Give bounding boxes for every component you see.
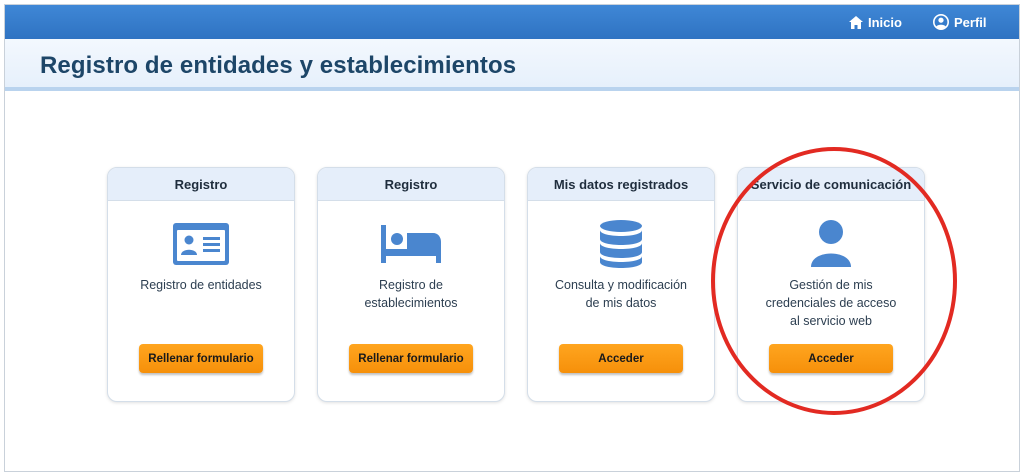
card-registro-establecimientos: Registro Registro de establecimientos Re… [317,167,505,402]
user-icon [811,220,851,267]
app-window: Inicio Perfil Registro de entidades y es… [4,4,1020,472]
home-link[interactable]: Inicio [849,5,902,39]
card-description: Gestión de mis credenciales de acceso al… [744,276,918,330]
card-header: Servicio de comunicación [738,168,924,201]
card-description: Registro de establecimientos [324,276,498,312]
profile-link[interactable]: Perfil [933,5,987,39]
card-servicio-comunicacion: Servicio de comunicación Gestión de mis … [737,167,925,402]
card-description-line: Registro de entidades [140,278,262,292]
card-header: Mis datos registrados [528,168,714,201]
card-description-line: credenciales de acceso [765,296,897,310]
card-description-line: Registro de [379,278,443,292]
card-description: Registro de entidades [114,276,288,294]
database-icon [600,220,642,268]
card-mis-datos: Mis datos registrados Consulta y modific… [527,167,715,402]
id-card-icon [173,223,229,265]
home-icon [849,15,863,29]
card-header: Registro [108,168,294,201]
fill-form-button[interactable]: Rellenar formulario [349,344,473,373]
card-registro-entidades: Registro Registro de entidades Rellenar … [107,167,295,402]
access-button[interactable]: Acceder [559,344,683,373]
profile-link-label: Perfil [954,14,987,30]
fill-form-button[interactable]: Rellenar formulario [139,344,263,373]
card-description-line: Consulta y modificación [554,278,687,292]
top-navigation-bar: Inicio Perfil [5,5,1019,39]
card-description-line: establecimientos [364,296,458,310]
access-button[interactable]: Acceder [769,344,893,373]
card-description-line: de mis datos [585,296,657,310]
card-description: Consulta y modificación de mis datos [534,276,708,312]
card-header: Registro [318,168,504,201]
page-title: Registro de entidades y establecimientos [40,52,517,79]
card-description-line: Gestión de mis [789,278,873,292]
home-link-label: Inicio [868,14,902,30]
card-description-line: al servicio web [790,314,872,328]
bed-icon [381,225,441,263]
page-header: Registro de entidades y establecimientos [5,39,1019,91]
user-circle-icon [933,14,949,30]
